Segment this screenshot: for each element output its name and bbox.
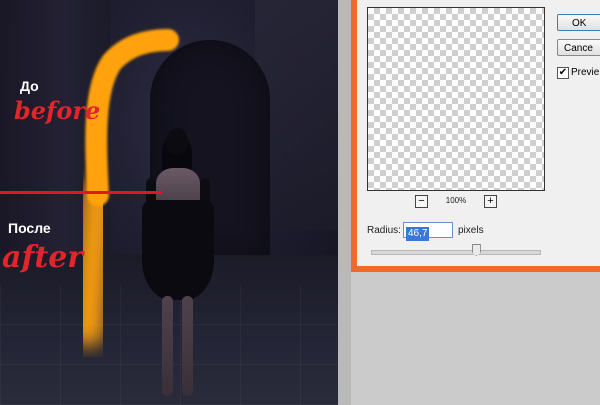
before-after-divider [0, 191, 162, 194]
orange-brush-stroke [71, 29, 179, 347]
label-after-russian: После [8, 220, 51, 236]
image-canvas: До before После after [0, 0, 338, 405]
zoom-in-button[interactable]: + [484, 195, 497, 208]
radius-input[interactable]: 46,7 [403, 222, 453, 241]
preview-checkbox-label: Previe [571, 67, 600, 78]
radius-label: Radius: [367, 225, 401, 236]
label-after-english: after [2, 240, 84, 275]
preview-checkbox[interactable]: ✔ [557, 67, 569, 79]
zoom-level: 100% [445, 196, 467, 205]
radius-units-label: pixels [458, 225, 484, 236]
label-before-russian: До [20, 78, 39, 94]
radius-slider-track[interactable] [371, 250, 541, 255]
label-before-english: before [14, 96, 101, 125]
filter-preview-window[interactable] [367, 7, 545, 191]
radius-input-value: 46,7 [406, 227, 430, 241]
ok-button[interactable]: OK [557, 14, 600, 31]
zoom-out-button[interactable]: − [415, 195, 428, 208]
cancel-button[interactable]: Cance [557, 39, 600, 56]
app-background-edge [338, 0, 351, 405]
